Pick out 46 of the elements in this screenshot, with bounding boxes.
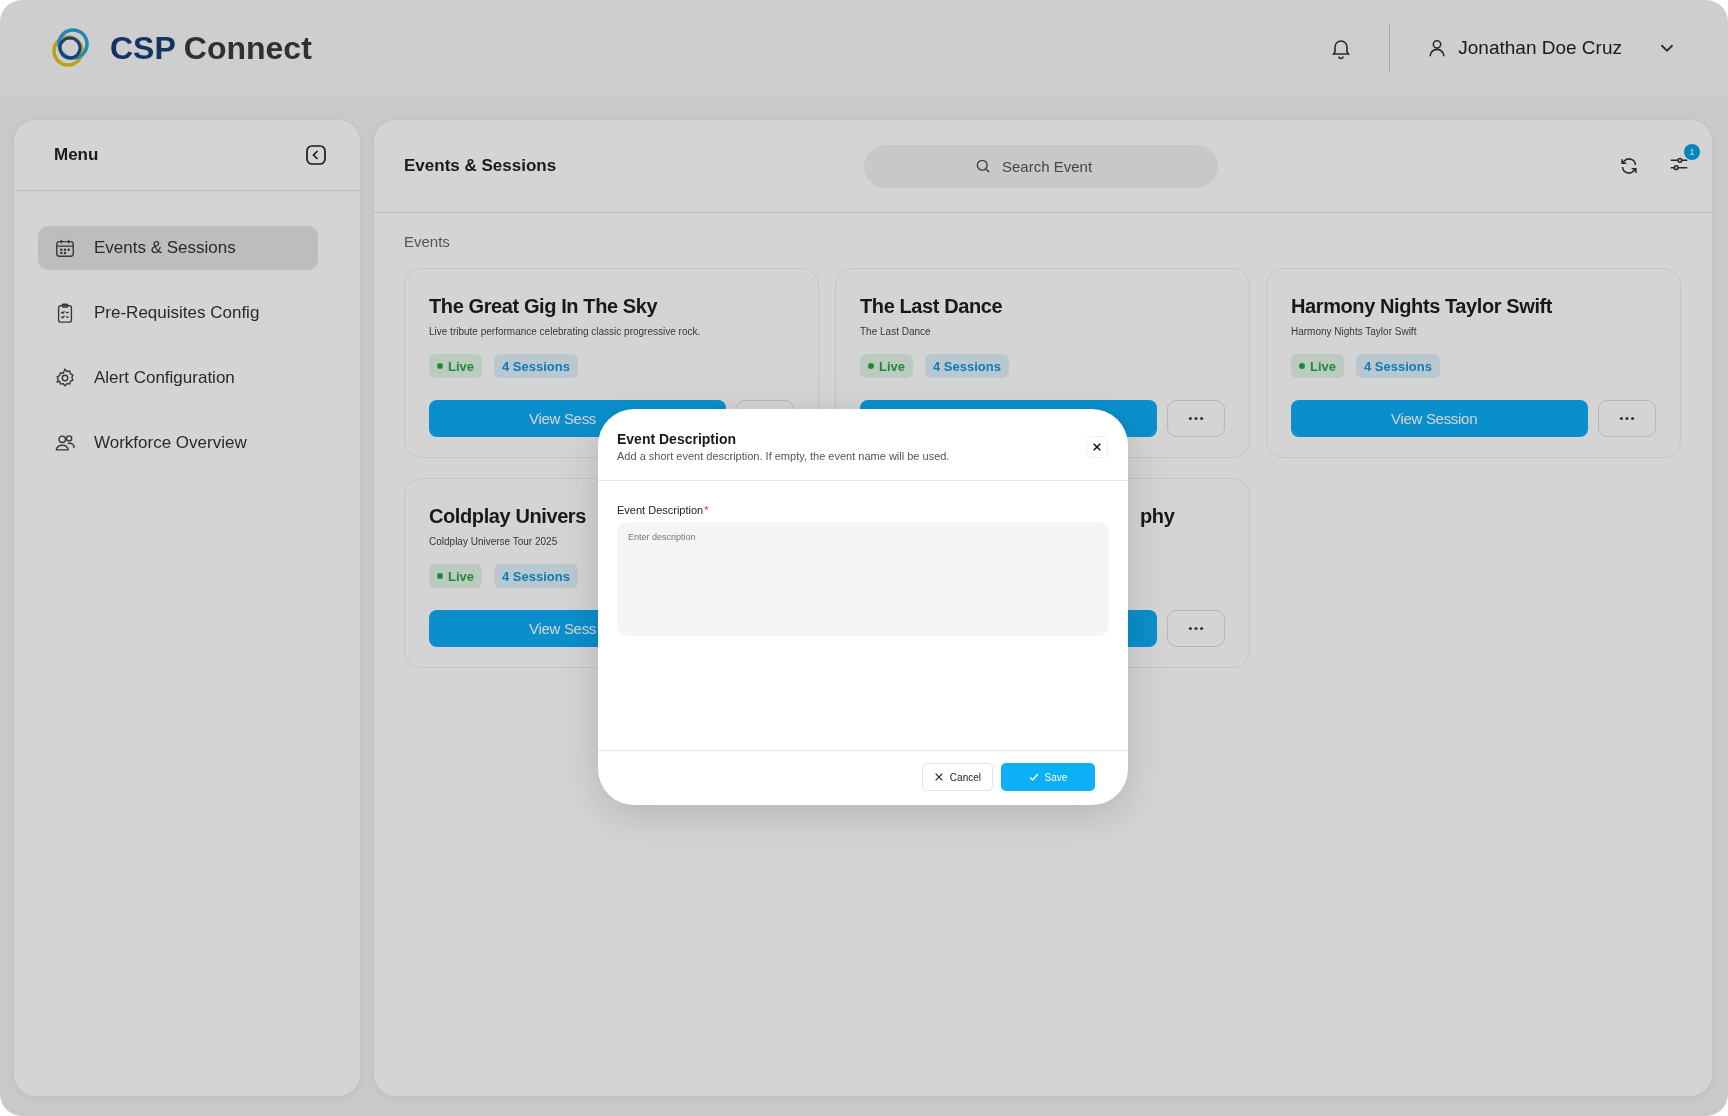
sessions-chip: 4 Sessions [494, 354, 578, 378]
sessions-chip: 4 Sessions [494, 564, 578, 588]
event-subtitle: Live tribute performance celebrating classic progressive rock. [429, 326, 701, 338]
check-icon [1028, 772, 1039, 782]
event-title: phy [1139, 505, 1175, 528]
required-mark: * [704, 504, 709, 516]
event-title: Harmony Nights Taylor Swift [1291, 295, 1553, 318]
close-icon [933, 772, 944, 782]
more-icon [1188, 626, 1204, 631]
more-icon [1188, 416, 1204, 421]
close-icon [1092, 441, 1102, 452]
modal-subtitle: Add a short event description. If empty, the event name will be used. [617, 450, 950, 462]
close-button[interactable] [1086, 435, 1108, 458]
users-icon [54, 432, 76, 454]
sidebar-item[interactable]: Workforce Overview [38, 421, 318, 465]
sidebar-title: Menu [54, 145, 99, 165]
refresh-icon[interactable] [1618, 155, 1640, 177]
logo-text: CSP [110, 29, 176, 67]
logo-text: Connect [183, 29, 312, 67]
status-chip: Live [429, 564, 482, 588]
event-title: The Great Gig In The Sky [429, 295, 658, 318]
user-menu[interactable]: Jonathan Doe Cruz [1426, 37, 1622, 59]
status-chip: Live [429, 354, 482, 378]
event-subtitle: Coldplay Universe Tour 2025 [429, 536, 558, 548]
status-chip: Live [1291, 354, 1344, 378]
sidebar-item[interactable]: Alert Configuration [38, 356, 318, 400]
event-title: The Last Dance [860, 295, 1003, 318]
notification-badge: 1 [1684, 144, 1700, 160]
event-subtitle: Harmony Nights Taylor Swift [1291, 326, 1417, 338]
more-icon [1619, 416, 1635, 421]
collapse-icon[interactable] [304, 143, 328, 167]
description-field[interactable]: Enter description [617, 522, 1109, 636]
sessions-chip: 4 Sessions [925, 354, 1009, 378]
settings-icon [54, 367, 76, 389]
status-chip: Live [860, 354, 913, 378]
calendar-icon [54, 237, 76, 259]
sessions-chip: 4 Sessions [1356, 354, 1440, 378]
section-label: Events [404, 233, 451, 250]
cancel-button[interactable]: Cancel [921, 763, 993, 791]
page-title: Events & Sessions [404, 156, 558, 176]
event-subtitle: The Last Dance [860, 326, 931, 338]
sidebar-item[interactable]: Pre-Requisites Config [38, 291, 318, 335]
search-field[interactable]: Search Event [864, 144, 1218, 188]
field-label: Event Description [617, 504, 704, 516]
sidebar-item[interactable]: Events & Sessions [38, 226, 318, 270]
event-title: Coldplay Univers [429, 505, 586, 528]
